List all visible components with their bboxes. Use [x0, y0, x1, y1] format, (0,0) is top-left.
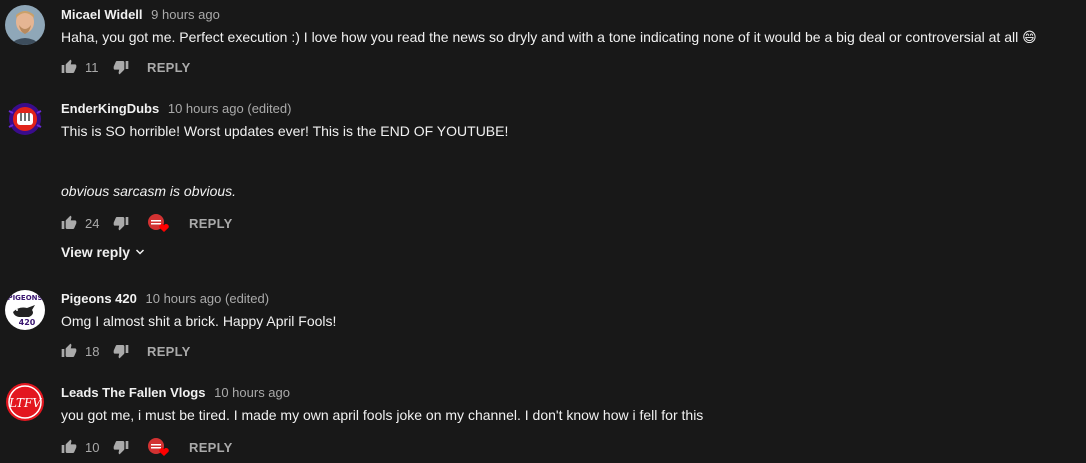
comment-header: EnderKingDubs 10 hours ago (edited) — [61, 101, 291, 116]
pigeon-logo-avatar-icon: PIGEONS 420 — [5, 290, 45, 330]
thumbs-down-icon — [113, 217, 129, 231]
comment-time[interactable]: 10 hours ago — [214, 385, 290, 400]
reply-button[interactable]: REPLY — [147, 60, 191, 75]
svg-text:LTFV: LTFV — [8, 396, 42, 410]
author-name[interactable]: Leads The Fallen Vlogs — [61, 385, 205, 400]
reply-button[interactable]: REPLY — [189, 216, 233, 231]
comment-time[interactable]: 10 hours ago (edited) — [146, 291, 270, 306]
author-avatar[interactable] — [5, 5, 45, 45]
dislike-button[interactable] — [113, 59, 129, 75]
comment-actions: 24 REPLY — [61, 213, 233, 233]
comment-actions: 11 REPLY — [61, 57, 191, 77]
person-photo-avatar-icon — [5, 5, 45, 45]
like-count: 10 — [85, 439, 100, 455]
view-replies-label: View reply — [61, 244, 131, 260]
creator-heart-icon — [147, 437, 171, 457]
ltfv-logo-avatar-icon: LTFV — [5, 382, 45, 422]
like-button[interactable] — [61, 215, 77, 231]
reply-button[interactable]: REPLY — [189, 440, 233, 455]
thumbs-up-icon — [61, 215, 77, 229]
comment-header: Micael Widell 9 hours ago — [61, 7, 220, 22]
comment-time[interactable]: 9 hours ago — [151, 7, 220, 22]
like-count: 11 — [85, 59, 99, 75]
like-count: 18 — [85, 343, 100, 359]
comment-body: This is SO horrible! Worst updates ever!… — [61, 123, 509, 139]
like-button[interactable] — [61, 59, 77, 75]
comment-text: Haha, you got me. Perfect execution :) I… — [61, 29, 1037, 46]
creator-heart-icon — [147, 213, 171, 233]
like-count: 24 — [85, 215, 100, 231]
comment-header: Leads The Fallen Vlogs 10 hours ago — [61, 385, 290, 400]
view-replies-button[interactable]: View reply — [61, 244, 146, 260]
comment-body: Haha, you got me. Perfect execution :) I… — [61, 29, 1019, 45]
comment-body: Omg I almost shit a brick. Happy April F… — [61, 313, 337, 329]
comment-actions: 18 REPLY — [61, 341, 191, 361]
thumbs-up-icon — [61, 59, 77, 73]
comment-actions: 10 REPLY — [61, 437, 233, 457]
fist-logo-avatar-icon — [5, 99, 45, 139]
dislike-button[interactable] — [113, 439, 129, 455]
author-name[interactable]: Pigeons 420 — [61, 291, 137, 306]
thumbs-up-icon — [61, 343, 77, 357]
author-name[interactable]: Micael Widell — [61, 7, 143, 22]
author-avatar[interactable] — [5, 99, 45, 139]
comment-body: you got me, i must be tired. I made my o… — [61, 407, 704, 423]
reply-button[interactable]: REPLY — [147, 344, 191, 359]
thumbs-down-icon — [113, 61, 129, 75]
author-avatar[interactable]: LTFV — [5, 382, 45, 422]
author-name[interactable]: EnderKingDubs — [61, 101, 159, 116]
thumbs-up-icon — [61, 439, 77, 453]
chevron-down-icon — [135, 249, 145, 255]
like-button[interactable] — [61, 439, 77, 455]
dislike-button[interactable] — [113, 343, 129, 359]
author-avatar[interactable]: PIGEONS 420 — [5, 290, 45, 330]
grinning-emoji-icon: 😄 — [1022, 29, 1037, 45]
svg-text:PIGEONS: PIGEONS — [7, 294, 42, 302]
thumbs-down-icon — [113, 441, 129, 455]
thumbs-down-icon — [113, 345, 129, 359]
comment-body-line-2: obvious sarcasm is obvious. — [61, 183, 237, 199]
comment-time[interactable]: 10 hours ago (edited) — [168, 101, 292, 116]
comment-header: Pigeons 420 10 hours ago (edited) — [61, 291, 269, 306]
dislike-button[interactable] — [113, 215, 129, 231]
svg-text:420: 420 — [19, 318, 36, 327]
like-button[interactable] — [61, 343, 77, 359]
